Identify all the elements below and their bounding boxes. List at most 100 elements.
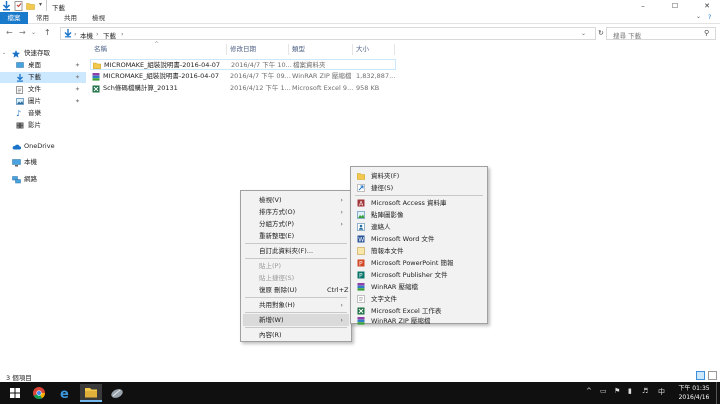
menu-item-new-shortcut[interactable]: 捷徑(S) [353,182,485,194]
properties-icon[interactable] [14,1,23,11]
menu-item-new-powerpoint[interactable]: P Microsoft PowerPoint 簡報 [353,257,485,269]
file-row[interactable]: MICROMAKE_組裝說明書-2016-04-07 2016/4/7 下午 1… [90,59,396,70]
chevron-right-icon: › [340,301,343,309]
menu-item-new-access[interactable]: A Microsoft Access 資料庫 [353,197,485,209]
menu-item-new-contact[interactable]: 連絡人 [353,221,485,233]
up-arrow-icon[interactable]: ↑ [44,28,51,37]
chrome-icon[interactable] [28,384,50,402]
sort-indicator-icon: ^ [154,41,160,48]
chevron-right-icon: › [340,196,343,204]
menu-item-group-by[interactable]: 分組方式(P) › [243,218,349,230]
help-icon[interactable]: ? [708,13,711,21]
windows-icon[interactable] [4,384,26,402]
address-dropdown-icon[interactable]: ⌄ [581,30,586,37]
sidebar-item-downloads[interactable]: 下載 ✦ [0,72,86,83]
sidebar-item-desktop[interactable]: 桌面 ✦ [0,60,86,71]
column-header-size[interactable]: 大小 [356,44,369,55]
chevron-down-icon[interactable]: ⌄ [2,48,6,59]
sidebar-item-label: 桌面 [28,61,41,69]
menu-item-new-bitmap[interactable]: 點陣圖影像 [353,209,485,221]
system-clock[interactable]: 下午 01:35 2016/4/16 [672,384,716,402]
column-header-name[interactable]: 名稱 [94,44,107,55]
breadcrumb-downloads[interactable]: 下載 [103,30,116,40]
volume-icon[interactable]: ♬ [642,387,648,395]
show-desktop-button[interactable] [716,382,719,404]
close-button[interactable]: ✕ [696,0,718,12]
file-row[interactable]: MICROMAKE_組裝說明書-2016-04-07 2016/4/7 下午 0… [90,71,396,82]
clock-date: 2016/4/16 [678,394,710,401]
tab-share[interactable]: 共用 [64,13,77,23]
menu-item-new-folder[interactable]: 資料夾(F) [353,170,485,182]
recent-locations-icon[interactable]: ⌄ [31,29,36,36]
search-input[interactable]: 搜尋 下載 ⚲ [606,27,716,40]
sidebar-item-pictures[interactable]: 圖片 ✦ [0,96,86,107]
back-arrow-icon[interactable]: ← [6,28,13,37]
menu-separator [245,243,347,244]
large-icons-view-icon[interactable] [708,371,717,380]
tab-home[interactable]: 常用 [36,13,49,23]
edge-icon[interactable]: e [54,384,76,402]
quick-access-download-icon[interactable] [2,1,11,11]
breadcrumb-this-pc[interactable]: 本機 [80,30,93,40]
pin-icon[interactable]: ✦ [75,72,80,83]
pin-icon[interactable]: ✦ [75,60,80,71]
file-row[interactable]: Sch條碼檔購計算_20131 2016/4/12 下午 1... Micros… [90,83,396,94]
refresh-icon[interactable]: ↻ [598,29,604,37]
item-count: 3 個項目 [6,374,32,382]
tray-chevron-icon[interactable]: ^ [586,387,592,395]
column-divider[interactable] [288,44,289,55]
sidebar-item-onedrive[interactable]: OneDrive [0,141,86,152]
sidebar-item-network[interactable]: 網路 [0,174,86,185]
menu-item-properties[interactable]: 內容(R) [243,329,349,341]
column-header-type[interactable]: 類型 [292,44,305,55]
menu-item-sort-by[interactable]: 排序方式(O) › [243,206,349,218]
excel-icon [92,85,100,93]
menu-item-new-text[interactable]: 文字文件 [353,293,485,305]
menu-item-new[interactable]: 新增(W) › [243,314,349,326]
file-type: Microsoft Excel 9... [292,84,354,92]
app-icon[interactable] [106,384,128,402]
tab-file[interactable]: 檔案 [0,12,28,24]
menu-item-label: WinRAR 壓縮檔 [371,283,418,291]
file-explorer-icon[interactable] [80,384,102,402]
customize-qa-icon[interactable]: ▾ [39,1,42,8]
sidebar-item-this-pc[interactable]: 本機 [0,157,86,168]
column-divider[interactable] [394,44,395,55]
menu-item-paste[interactable]: 貼上(P) [243,260,349,272]
menu-item-refresh[interactable]: 重新整理(E) [243,230,349,242]
menu-item-paste-shortcut[interactable]: 貼上捷徑(S) [243,272,349,284]
battery-icon[interactable]: ▮ [628,387,632,395]
pin-icon[interactable]: ✦ [75,96,80,107]
menu-item-new-journal[interactable]: 簡報本文件 [353,245,485,257]
forward-arrow-icon[interactable]: → [19,28,26,37]
column-header-date[interactable]: 修改日期 [230,44,256,55]
network-tray-icon[interactable]: ▭ [600,387,607,395]
menu-item-new-publisher[interactable]: P Microsoft Publisher 文件 [353,269,485,281]
maximize-button[interactable]: ☐ [664,0,686,12]
sidebar-item-music[interactable]: ♪ 音樂 [0,108,86,119]
ime-indicator[interactable]: 中 [658,387,665,397]
menu-item-new-winrar[interactable]: WinRAR 壓縮檔 [353,281,485,293]
menu-item-customize-folder[interactable]: 自訂此資料夾(F)... [243,245,349,257]
menu-item-new-word[interactable]: W Microsoft Word 文件 [353,233,485,245]
column-divider[interactable] [226,44,227,55]
details-view-icon[interactable] [696,371,705,380]
sidebar-item-label: 本機 [24,158,37,166]
minimize-button[interactable]: – [632,0,654,12]
menu-item-label: 捷徑(S) [371,184,394,192]
menu-item-undo-delete[interactable]: 復原 刪除(U) Ctrl+Z [243,284,349,296]
pin-icon[interactable]: ✦ [75,84,80,95]
menu-item-view[interactable]: 檢視(V) › [243,194,349,206]
sidebar-item-quick-access[interactable]: ⌄ 快速存取 [0,48,86,59]
flag-icon[interactable]: ⚑ [614,387,620,395]
search-icon[interactable]: ⚲ [704,29,709,37]
menu-item-new-winrar-zip[interactable]: WinRAR ZIP 壓縮檔 [353,315,485,327]
sidebar-item-documents[interactable]: 文件 ✦ [0,84,86,95]
tab-view[interactable]: 檢視 [92,13,105,23]
address-field[interactable]: › 本機 › 下載 › ⌄ [60,27,596,40]
new-folder-icon[interactable] [26,1,35,11]
ribbon-expand-icon[interactable]: ⌄ [696,13,701,20]
column-divider[interactable] [352,44,353,55]
sidebar-item-videos[interactable]: 影片 [0,120,86,131]
menu-item-share-with[interactable]: 共用對象(H) › [243,299,349,311]
